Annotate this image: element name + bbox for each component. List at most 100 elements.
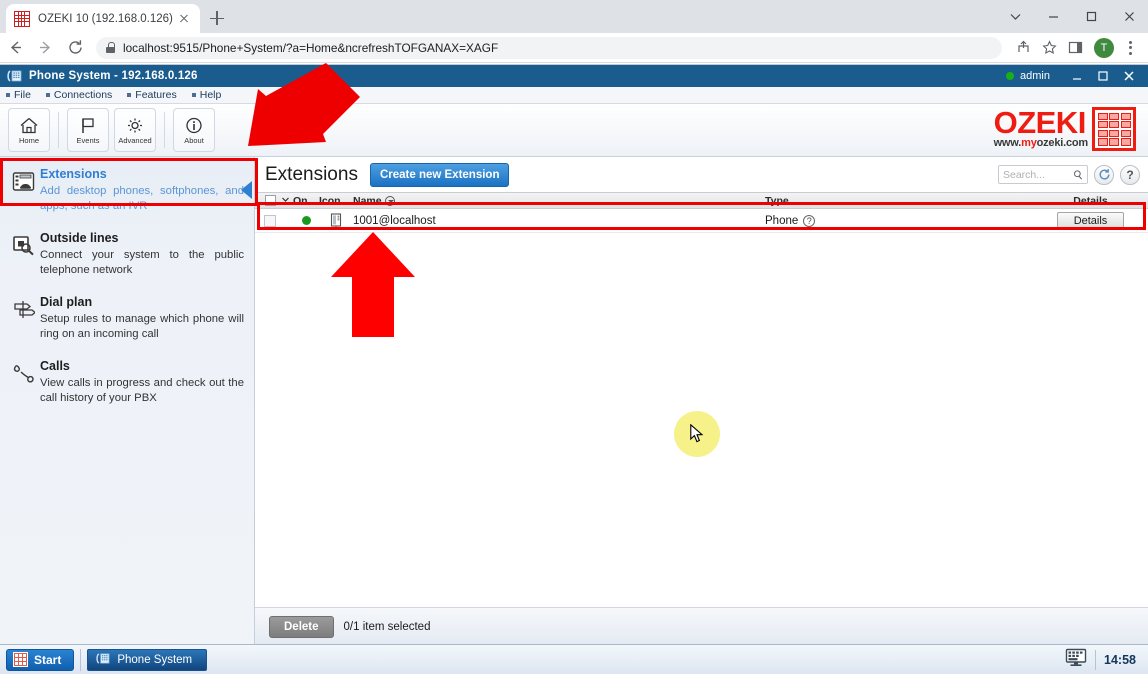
sidebar-item-dial-plan[interactable]: Dial plan Setup rules to manage which ph…	[0, 285, 254, 349]
close-icon[interactable]	[176, 11, 192, 27]
forward-arrow-icon[interactable]	[30, 33, 60, 63]
refresh-icon[interactable]	[1094, 164, 1114, 185]
delete-button[interactable]: Delete	[269, 615, 334, 638]
help-icon[interactable]: ?	[1120, 164, 1140, 185]
selection-status: 0/1 item selected	[343, 620, 431, 633]
phone-device-icon	[319, 212, 353, 229]
search-icon	[1073, 169, 1082, 180]
toolbar-separator	[164, 112, 165, 148]
sidebar-item-dial-plan-desc: Setup rules to manage which phone will r…	[40, 313, 244, 340]
toolbar-button-advanced-label: Advanced	[118, 135, 152, 145]
sidebar-item-extensions-title: Extensions	[40, 167, 107, 181]
row-checkbox[interactable]	[255, 214, 281, 227]
menu-item-file[interactable]: File	[6, 89, 31, 101]
toolbar-button-events[interactable]: Events	[67, 108, 109, 152]
chevron-down-icon[interactable]	[281, 195, 293, 206]
content-footer: Delete 0/1 item selected	[255, 607, 1148, 645]
app-toolbar: Home Events Advanced About OZEKI www.myo…	[0, 104, 1148, 157]
table-row[interactable]: 1001@localhost Phone ? Details	[255, 209, 1148, 233]
lock-icon	[106, 42, 115, 53]
extension-type-label: Phone	[765, 214, 799, 227]
extension-type: Phone ?	[765, 214, 1033, 227]
toolbar-button-events-label: Events	[76, 135, 100, 145]
browser-tab[interactable]: OZEKI 10 (192.168.0.126)	[6, 4, 200, 33]
tray-separator	[1095, 649, 1097, 670]
search-field[interactable]	[1003, 168, 1073, 181]
sidebar-item-outside-lines-title: Outside lines	[40, 231, 119, 245]
column-header-name-label: Name	[353, 194, 382, 207]
extension-name: 1001@localhost	[353, 214, 436, 227]
column-header-on[interactable]: On	[293, 195, 319, 207]
browser-close-icon[interactable]	[1110, 0, 1148, 33]
new-tab-icon[interactable]	[206, 7, 228, 29]
reload-icon[interactable]	[60, 33, 90, 63]
menu-item-features[interactable]: Features	[127, 89, 177, 101]
app-menubar: File Connections Features Help	[0, 87, 1148, 104]
browser-tab-title: OZEKI 10 (192.168.0.126)	[38, 12, 173, 25]
star-icon[interactable]	[1036, 35, 1062, 61]
toolbar-button-about[interactable]: About	[173, 108, 215, 152]
browser-toolbar: localhost:9515/Phone+System/?a=Home&ncre…	[0, 33, 1148, 63]
ozeki-logo: OZEKI www.myozeki.com	[994, 107, 1136, 151]
keypad-icon	[1092, 107, 1136, 151]
type-help-icon[interactable]: ?	[803, 214, 816, 227]
sidebar-item-extensions-desc: Add desktop phones, softphones, and apps…	[40, 185, 244, 212]
user-status-dot	[1006, 72, 1015, 80]
chevron-down-icon[interactable]	[996, 0, 1034, 33]
menu-item-connections[interactable]: Connections	[45, 89, 112, 101]
display-icon[interactable]	[1065, 648, 1087, 672]
ozeki-website-suffix: ozeki.com	[1036, 137, 1089, 149]
ozeki-grid-icon	[14, 10, 30, 27]
toolbar-button-advanced[interactable]: Advanced	[114, 108, 156, 152]
share-icon[interactable]	[1010, 35, 1036, 61]
column-header-type[interactable]: Type	[765, 195, 1033, 207]
start-button-label: Start	[34, 652, 62, 667]
sidebar-item-calls[interactable]: Calls View calls in progress and check o…	[0, 349, 254, 413]
ozeki-website-brand: my	[1021, 137, 1037, 149]
ozeki-website: www.myozeki.com	[993, 137, 1089, 149]
select-all-checkbox[interactable]	[255, 195, 281, 206]
column-header-name[interactable]: Name	[353, 195, 765, 207]
app-titlebar: Phone System - 192.168.0.126 admin	[0, 65, 1148, 87]
taskbar-item-phone-system[interactable]: Phone System	[87, 648, 208, 671]
sidebar-item-calls-title: Calls	[40, 359, 70, 373]
clock[interactable]: 14:58	[1104, 653, 1136, 667]
kebab-menu-icon[interactable]	[1120, 38, 1140, 58]
ozeki-website-prefix: www.	[993, 137, 1022, 149]
outside-line-icon	[8, 229, 38, 277]
sidebar-item-dial-plan-title: Dial plan	[40, 295, 93, 309]
menu-item-help[interactable]: Help	[191, 89, 221, 101]
column-header-icon[interactable]: Icon	[319, 195, 353, 207]
sidebar-item-calls-desc: View calls in progress and check out the…	[40, 377, 244, 404]
app-title: Phone System - 192.168.0.126	[29, 70, 198, 82]
app-minimize-icon[interactable]	[1064, 65, 1090, 87]
toolbar-button-home-label: Home	[18, 135, 39, 145]
system-tray: 14:58	[1065, 648, 1142, 672]
start-button[interactable]: Start	[6, 648, 75, 671]
status-badge	[293, 216, 319, 225]
browser-minimize-icon[interactable]	[1034, 0, 1072, 33]
address-bar[interactable]: localhost:9515/Phone+System/?a=Home&ncre…	[96, 36, 1002, 59]
page-title: Extensions	[265, 163, 358, 185]
phone-system-window: Phone System - 192.168.0.126 admin File …	[0, 64, 1148, 645]
sidepanel-icon[interactable]	[1062, 35, 1088, 61]
sort-indicator-icon	[384, 195, 395, 206]
sidebar-item-extensions[interactable]: Extensions Add desktop phones, softphone…	[0, 157, 254, 221]
screen: OZEKI 10 (192.168.0.126) localhost:9515/…	[0, 0, 1148, 674]
phone-system-icon	[6, 69, 22, 83]
address-bar-url: localhost:9515/Phone+System/?a=Home&ncre…	[123, 40, 499, 55]
avatar[interactable]: T	[1094, 37, 1114, 58]
toolbar-button-home[interactable]: Home	[8, 108, 50, 152]
browser-tab-strip: OZEKI 10 (192.168.0.126)	[0, 0, 1148, 33]
dial-plan-icon	[8, 293, 38, 341]
sidebar-item-outside-lines[interactable]: Outside lines Connect your system to the…	[0, 221, 254, 285]
details-button[interactable]: Details	[1056, 211, 1125, 230]
back-arrow-icon[interactable]	[0, 33, 30, 63]
search-input[interactable]	[998, 165, 1088, 184]
app-close-icon[interactable]	[1116, 65, 1142, 87]
ozeki-wordmark: OZEKI	[993, 105, 1087, 140]
app-maximize-icon[interactable]	[1090, 65, 1116, 87]
create-new-extension-button[interactable]: Create new Extension	[369, 162, 510, 187]
sidebar-item-outside-lines-desc: Connect your system to the public teleph…	[40, 249, 244, 276]
browser-maximize-icon[interactable]	[1072, 0, 1110, 33]
